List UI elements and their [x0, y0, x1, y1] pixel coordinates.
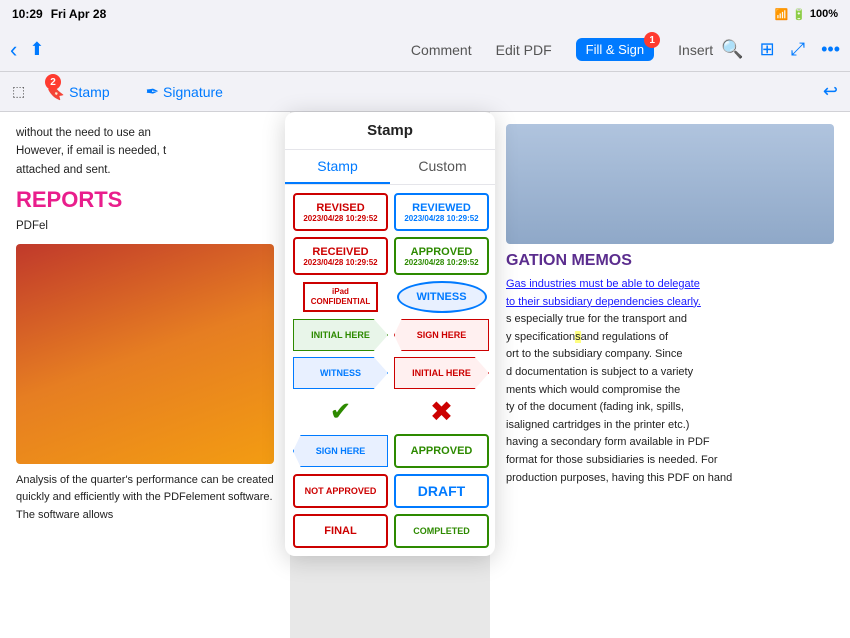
reviewed-label: REVIEWED — [412, 202, 471, 214]
stamp-tab-custom[interactable]: Custom — [390, 150, 495, 184]
sign-here-arrow: SIGN HERE — [394, 319, 489, 351]
reviewed-date: 2023/04/28 10:29:52 — [404, 214, 478, 223]
edit-pdf-tab[interactable]: Edit PDF — [496, 42, 552, 58]
not-approved-label: NOT APPROVED — [305, 486, 377, 496]
stamp-received[interactable]: RECEIVED 2023/04/28 10:29:52 — [293, 237, 388, 275]
wifi-icon: 📶 — [774, 8, 788, 21]
pdf-image — [16, 244, 274, 464]
back-button[interactable]: ‹ — [10, 37, 17, 63]
pdf-right-page: GATION MEMOS Gas industries must be able… — [490, 112, 850, 638]
stamp-badge: 2 — [45, 74, 61, 90]
pdf-right-heading: GATION MEMOS — [506, 252, 834, 270]
main-content: without the need to use an However, if e… — [0, 112, 850, 638]
stamp-sign-here-blue[interactable]: SIGN HERE — [293, 434, 388, 468]
sign-here-blue-label: SIGN HERE — [316, 446, 366, 456]
pdf-text-1: without the need to use an — [16, 124, 274, 142]
secondary-toolbar: ⬚ 🔖 Stamp 2 ✒ Signature ↩ — [0, 72, 850, 112]
stamp-panel-title: Stamp — [285, 112, 495, 150]
initial-here-arrow: INITIAL HERE — [293, 319, 388, 351]
approved-green-label: APPROVED — [411, 445, 473, 457]
status-bar: 10:29 Fri Apr 28 📶 🔋 100% — [0, 0, 850, 28]
stamp-tabs: Stamp Custom — [285, 150, 495, 185]
witness-oval-label: WITNESS — [416, 291, 466, 303]
stamp-initial-here[interactable]: INITIAL HERE — [293, 319, 388, 351]
day: Fri Apr 28 — [51, 7, 107, 21]
fill-sign-badge: 1 — [644, 32, 660, 48]
signature-icon: ✒ — [146, 82, 159, 102]
witness-arrow: WITNESS — [293, 357, 388, 389]
stamp-witness-arrow[interactable]: WITNESS — [293, 357, 388, 389]
stamp-completed[interactable]: COMPLETED — [394, 514, 489, 548]
fill-sign-button[interactable]: Fill & Sign 1 — [576, 38, 655, 61]
pdf-analysis-text: Analysis of the quarter's performance ca… — [16, 472, 274, 525]
insert-tab[interactable]: Insert — [678, 42, 713, 58]
pdf-heading-reports: REPORTS — [16, 187, 274, 213]
stamp-cross[interactable]: ✖ — [394, 395, 489, 428]
received-date: 2023/04/28 10:29:52 — [303, 258, 377, 267]
expand-icon[interactable]: ⤢ — [791, 39, 805, 60]
stamp-panel: Stamp Stamp Custom REVISED 2023/04/28 10… — [285, 112, 495, 556]
stamp-checkmark[interactable]: ✔ — [293, 395, 388, 428]
battery-icon: 🔋 — [792, 8, 806, 21]
draft-label: DRAFT — [418, 483, 465, 499]
time: 10:29 — [12, 7, 43, 21]
revised-label: REVISED — [316, 202, 364, 214]
stamp-sign-here[interactable]: SIGN HERE — [394, 319, 489, 351]
stamp-not-approved[interactable]: NOT APPROVED — [293, 474, 388, 508]
select-tool[interactable]: ⬚ — [12, 83, 25, 100]
battery-label: 100% — [810, 8, 838, 20]
ipad-label: iPad — [311, 287, 371, 297]
stamp-approved-dated[interactable]: APPROVED 2023/04/28 10:29:52 — [394, 237, 489, 275]
stamp-tab-stamp[interactable]: Stamp — [285, 150, 390, 184]
revised-date: 2023/04/28 10:29:52 — [303, 214, 377, 223]
pdf-right-image — [506, 124, 834, 244]
confidential-box: iPad CONFIDENTIAL — [303, 282, 379, 313]
checkmark-icon: ✔ — [330, 396, 352, 427]
completed-label: COMPLETED — [413, 526, 470, 536]
pdf-left-page: without the need to use an However, if e… — [0, 112, 290, 638]
stamp-reviewed[interactable]: REVIEWED 2023/04/28 10:29:52 — [394, 193, 489, 231]
stamp-approved-green[interactable]: APPROVED — [394, 434, 489, 468]
stamp-initial-here-arrow2[interactable]: INITIAL HERE — [394, 357, 489, 389]
stamp-revised[interactable]: REVISED 2023/04/28 10:29:52 — [293, 193, 388, 231]
search-icon[interactable]: 🔍 — [721, 39, 743, 60]
stamp-draft[interactable]: DRAFT — [394, 474, 489, 508]
stamp-grid: REVISED 2023/04/28 10:29:52 REVIEWED 202… — [285, 185, 495, 556]
pdf-text-3: attached and sent. — [16, 161, 274, 179]
sign-here-blue: SIGN HERE — [293, 435, 388, 467]
stamp-witness-oval[interactable]: WITNESS — [394, 281, 489, 313]
witness-arrow-label: WITNESS — [320, 368, 361, 378]
share-button[interactable]: ⬆ — [29, 39, 44, 60]
initial-here-label: INITIAL HERE — [311, 330, 370, 340]
pdf-text-2: However, if email is needed, t — [16, 142, 274, 160]
signature-tool-button[interactable]: ✒ Signature — [146, 82, 223, 102]
pdf-right-text: Gas industries must be able to delegate … — [506, 276, 834, 487]
final-label: FINAL — [324, 525, 356, 537]
comment-tab[interactable]: Comment — [411, 42, 472, 58]
initial-here-arrow2-label: INITIAL HERE — [412, 368, 471, 378]
undo-button[interactable]: ↩ — [823, 81, 838, 102]
main-toolbar: ‹ ⬆ Comment Edit PDF Fill & Sign 1 Inser… — [0, 28, 850, 72]
approved-dated-label: APPROVED — [411, 246, 473, 258]
more-icon[interactable]: ••• — [821, 39, 840, 60]
sign-here-label: SIGN HERE — [417, 330, 467, 340]
witness-oval: WITNESS — [397, 281, 487, 313]
approved-dated-date: 2023/04/28 10:29:52 — [404, 258, 478, 267]
stamp-confidential[interactable]: iPad CONFIDENTIAL — [293, 281, 388, 313]
pdf-pdfelement-label: PDFel — [16, 217, 274, 235]
initial-here-arrow2: INITIAL HERE — [394, 357, 489, 389]
stamp-final[interactable]: FINAL — [293, 514, 388, 548]
confidential-label: CONFIDENTIAL — [311, 297, 371, 307]
received-label: RECEIVED — [312, 246, 368, 258]
cross-icon: ✖ — [430, 395, 453, 428]
grid-icon[interactable]: ⊞ — [760, 39, 775, 60]
